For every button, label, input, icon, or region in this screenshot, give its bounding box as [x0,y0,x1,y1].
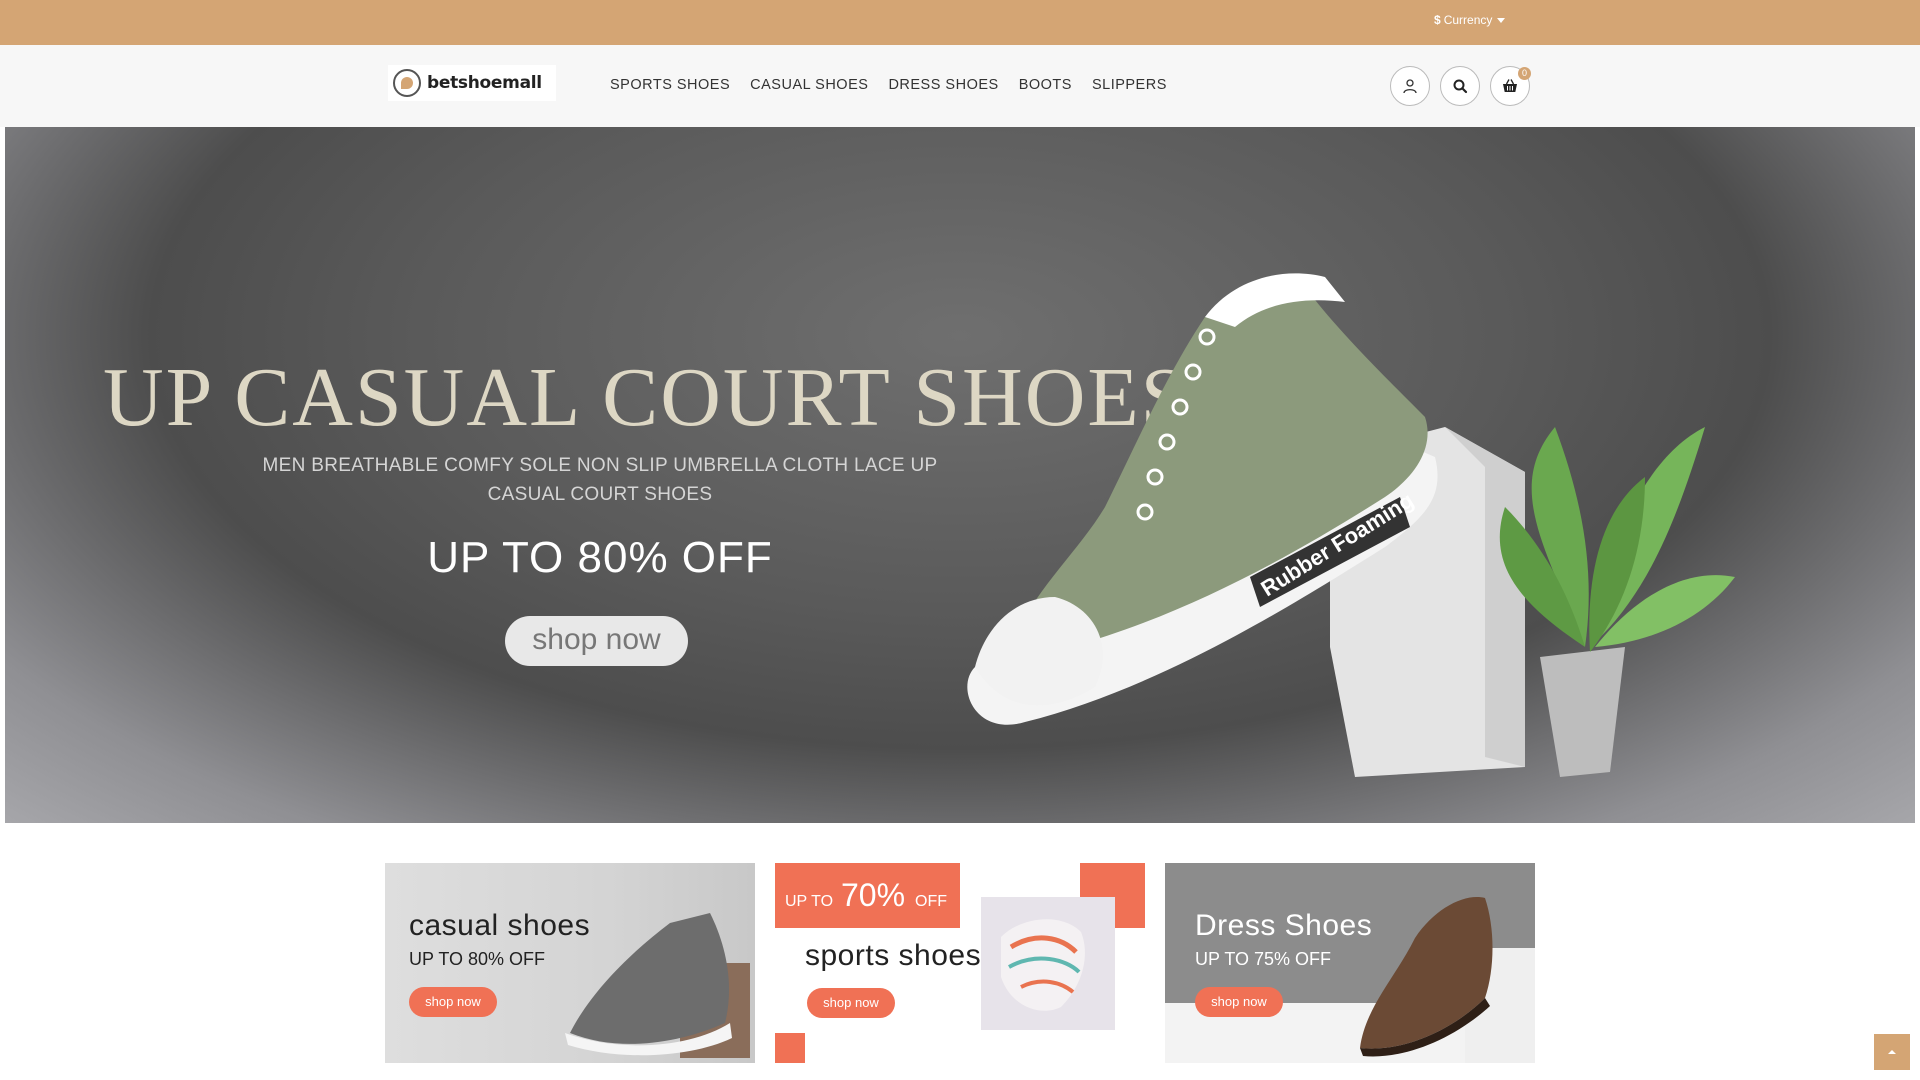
search-icon [1453,79,1468,94]
nav-slippers[interactable]: SLIPPERS [1092,77,1167,93]
logo-mark-icon [393,69,421,97]
logo-text: betshoemall [427,73,542,93]
promo-casual-shop-button[interactable]: shop now [409,987,497,1017]
promo-dress-shoes[interactable]: Dress Shoes UP TO 75% OFF shop now [1165,863,1535,1063]
decor-square-bottom [775,1033,805,1063]
user-icon [1403,79,1417,94]
back-to-top-button[interactable] [1874,1034,1910,1070]
hero-shoe-image: Rubber Foaming [967,273,1735,777]
promo-sports-title: sports shoes [805,939,982,972]
badge-percent: 70% [841,877,906,913]
hero-offer: UP TO 80% OFF [427,533,773,582]
basket-icon [1503,79,1517,92]
promo-sports-shop-button[interactable]: shop now [807,988,895,1018]
currency-label: Currency [1443,13,1493,27]
dress-shoe-image [1360,897,1535,1063]
promo-casual-title: casual shoes [409,909,591,942]
hero-banner[interactable]: UP CASUAL COURT SHOES MEN BREATHABLE COM… [5,127,1915,823]
promo-casual-offer: UP TO 80% OFF [409,949,546,969]
hero-shop-now-button[interactable]: shop now [505,616,688,666]
cart-count-badge: 0 [1518,67,1531,80]
nav-casual-shoes[interactable]: CASUAL SHOES [750,77,868,93]
cart-button[interactable]: 0 [1490,66,1531,106]
hero-subtitle: MEN BREATHABLE COMFY SOLE NON SLIP UMBRE… [262,455,938,505]
nav-boots[interactable]: BOOTS [1019,77,1072,93]
promo-dress-shop-button[interactable]: shop now [1195,987,1283,1017]
search-button[interactable] [1440,66,1480,106]
nav-sports-shoes[interactable]: SPORTS SHOES [610,77,730,93]
currency-dropdown[interactable]: $ Currency [1434,13,1506,27]
promo-sports-shoes[interactable]: UP TO 70% OFF sports shoes shop now [775,863,1145,1063]
promo-dress-offer: UP TO 75% OFF [1195,949,1332,969]
top-bar: $ Currency [0,0,1920,45]
caret-down-icon [1497,17,1506,23]
account-button[interactable] [1390,66,1430,106]
promo-dress-title: Dress Shoes [1195,909,1373,942]
promo-sports-badge: UP TO 70% OFF [775,863,960,928]
chevron-up-icon [1888,1050,1896,1054]
main-nav: SPORTS SHOES CASUAL SHOES DRESS SHOES BO… [610,77,1167,93]
logo[interactable]: betshoemall [388,65,556,101]
sports-shoe-image [981,897,1115,1030]
currency-symbol: $ [1434,13,1441,27]
badge-off: OFF [915,893,947,910]
promo-casual-shoes[interactable]: casual shoes UP TO 80% OFF shop now [385,863,755,1063]
nav-dress-shoes[interactable]: DRESS SHOES [888,77,998,93]
site-header: betshoemall SPORTS SHOES CASUAL SHOES DR… [0,45,1920,127]
badge-upto: UP TO [785,893,834,910]
